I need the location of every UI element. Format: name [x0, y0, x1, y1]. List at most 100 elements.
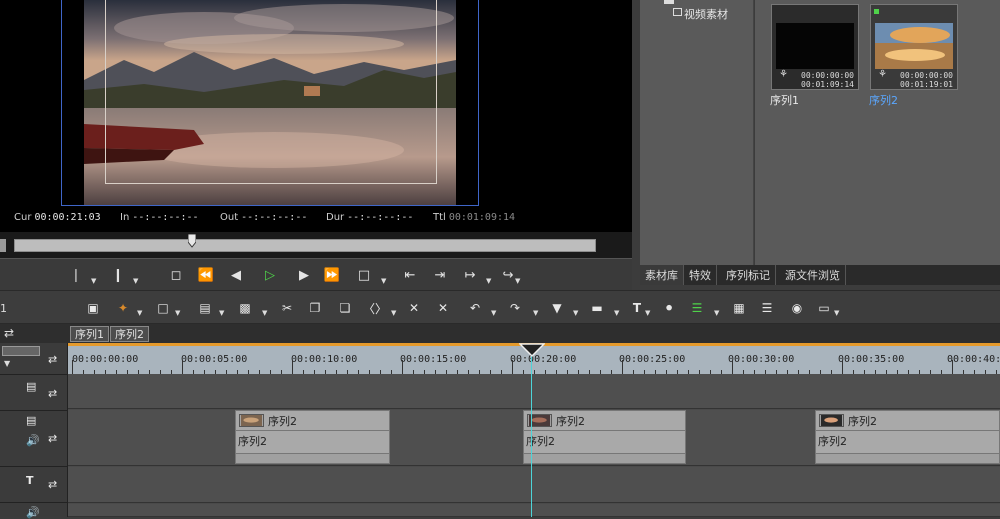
playhead-icon[interactable] [519, 343, 545, 357]
link-icon[interactable]: 〈〉 [363, 300, 387, 316]
overwrite-dropdown-icon[interactable]: ▼ [515, 277, 520, 285]
mark-in-dropdown-icon[interactable]: ▼ [91, 277, 96, 285]
insert-dropdown-icon[interactable]: ▼ [486, 277, 491, 285]
marker-dropdown-icon[interactable]: ▼ [573, 309, 578, 317]
sync-icon[interactable]: ⇄ [4, 326, 14, 340]
new-file-icon[interactable]: □ [154, 300, 172, 316]
title-track-icon[interactable]: T [26, 474, 34, 487]
play-icon[interactable]: ▷ [260, 265, 280, 285]
mark-out-dropdown-icon[interactable]: ▼ [133, 277, 138, 285]
track-area[interactable]: 序列2 序列2 序列2 序列2 序列2 序列2 [68, 374, 1000, 517]
video-track-icon[interactable]: ▤ [26, 414, 36, 427]
goto-out-icon[interactable]: ⇥ [430, 265, 450, 285]
save-dropdown-icon[interactable]: ▼ [262, 309, 267, 317]
delete-icon[interactable]: ✕ [405, 300, 423, 316]
open-folder-dropdown-icon[interactable]: ▼ [219, 309, 224, 317]
tab-effects[interactable]: 特效 [684, 265, 717, 285]
step-back-icon[interactable]: ◀ [226, 265, 246, 285]
clip-thumb-1[interactable]: ⚘ 00:00:00:00 00:01:09:14 [771, 4, 859, 90]
ruler-label: 00:00:15:00 [400, 354, 467, 365]
title-dropdown-icon[interactable]: ▼ [645, 309, 650, 317]
tab-sequence-markers[interactable]: 序列标记 [721, 265, 776, 285]
audio-mixer-icon[interactable]: ☰ [758, 300, 776, 316]
goto-in-icon[interactable]: ⇤ [400, 265, 420, 285]
paste-icon[interactable]: ❏ [336, 300, 354, 316]
ruler-label: 00:00:35:00 [838, 354, 905, 365]
track-sync-icon[interactable]: ⇄ [48, 387, 57, 400]
mixer-dropdown-icon[interactable]: ▼ [714, 309, 719, 317]
audio-track[interactable] [68, 504, 1000, 517]
clip-label-1[interactable]: 序列1 [770, 92, 799, 108]
microphone-icon[interactable]: ⚫ [660, 300, 678, 316]
scrub-head-icon[interactable] [188, 234, 196, 248]
window-icon[interactable]: ▭ [815, 300, 833, 316]
clip-thumb-2[interactable]: ⚘ 00:00:00:00 00:01:19:01 [870, 4, 958, 90]
video-track-icon[interactable]: ▤ [26, 380, 36, 393]
link-dropdown-icon[interactable]: ▼ [391, 309, 396, 317]
undo-dropdown-icon[interactable]: ▼ [491, 309, 496, 317]
wand-dropdown-icon[interactable]: ▼ [137, 309, 142, 317]
step-forward-icon[interactable]: ▶ [294, 265, 314, 285]
timeline-clip[interactable]: 序列2 序列2 [235, 410, 390, 464]
tab-source-browser[interactable]: 源文件浏览 [780, 265, 846, 285]
audio-track-icon[interactable]: 🔊 [26, 434, 40, 447]
mixer-icon[interactable]: ☰ [688, 300, 706, 316]
title-icon[interactable]: T [628, 300, 646, 316]
open-folder-icon[interactable]: ▤ [196, 300, 214, 316]
tab-library[interactable]: 素材库 [640, 265, 684, 285]
track-sync-icon[interactable]: ⇄ [48, 432, 57, 445]
film-icon[interactable]: ▬ [588, 300, 606, 316]
title-track[interactable] [68, 467, 1000, 503]
playhead-line[interactable] [531, 354, 532, 517]
mark-out-icon[interactable]: ❙ [108, 265, 128, 285]
clip-label-2[interactable]: 序列2 [869, 92, 898, 108]
zoom-dropdown-icon[interactable]: ▼ [4, 359, 10, 368]
tab-sequence-1[interactable]: 序列1 [70, 326, 109, 342]
mark-in-icon[interactable]: ❘ [66, 265, 86, 285]
ruler-label: 00:00:05:00 [181, 354, 248, 365]
sync-track-icon[interactable]: ⇄ [48, 353, 57, 366]
window-dropdown-icon[interactable]: ▼ [834, 309, 839, 317]
ruler-tick [732, 360, 733, 374]
undo-icon[interactable]: ↶ [466, 300, 484, 316]
timeline-toolbar: 1 ▣ ✦ ▼ □ ▼ ▤ ▼ ▩ ▼ ✂ ❐ ❏ 〈〉 ▼ ✕ ✕ ↶ ▼ ↷… [0, 290, 1000, 324]
ruler-tick [72, 360, 73, 374]
zoom-slider[interactable] [2, 346, 40, 356]
grid-icon[interactable]: ▦ [730, 300, 748, 316]
redo-dropdown-icon[interactable]: ▼ [533, 309, 538, 317]
ripple-delete-icon[interactable]: ✕ [434, 300, 452, 316]
insert-icon[interactable]: ↦ [460, 265, 480, 285]
ruler-label: 00:00:40:0 [947, 354, 1000, 365]
fast-forward-icon[interactable]: ⏩ [322, 265, 342, 285]
preview-scrub-bar[interactable] [14, 239, 596, 252]
tree-item-video[interactable]: 视频素材 [684, 6, 728, 22]
ruler-tick [402, 360, 403, 374]
in-timecode: In --:--:--:-- [120, 212, 199, 223]
out-timecode: Out --:--:--:-- [220, 212, 308, 223]
camera-icon[interactable]: ▣ [84, 300, 102, 316]
track-sync-icon[interactable]: ⇄ [48, 478, 57, 491]
marker-icon[interactable]: ▼ [548, 300, 566, 316]
cut-icon[interactable]: ✂ [278, 300, 296, 316]
transport-controls: ❘ ▼ ❙ ▼ ◻ ⏪ ◀ ▷ ▶ ⏩ □ ▼ ⇤ ⇥ ↦ ▼ ↪ ▼ [0, 258, 632, 290]
loop-icon[interactable]: □ [354, 265, 374, 285]
tab-sequence-2[interactable]: 序列2 [110, 326, 149, 342]
copy-icon[interactable]: ❐ [306, 300, 324, 316]
audio-track-icon[interactable]: 🔊 [26, 506, 40, 519]
save-icon[interactable]: ▩ [236, 300, 254, 316]
safe-area-box [105, 0, 437, 184]
loop-dropdown-icon[interactable]: ▼ [381, 277, 386, 285]
wand-icon[interactable]: ✦ [114, 300, 132, 316]
timeline-clip[interactable]: 序列2 序列2 [523, 410, 686, 464]
preview-window: Cur 00:00:21:03 In --:--:--:-- Out --:--:--… [0, 0, 632, 232]
sequence-icon: ⚘ [779, 69, 788, 80]
bin-tab-bar: 素材库 特效 序列标记 源文件浏览 [640, 265, 1000, 285]
record-icon[interactable]: ◉ [788, 300, 806, 316]
redo-icon[interactable]: ↷ [506, 300, 524, 316]
stop-icon[interactable]: ◻ [166, 265, 186, 285]
video-track-1[interactable] [68, 374, 1000, 409]
rewind-icon[interactable]: ⏪ [196, 265, 216, 285]
film-dropdown-icon[interactable]: ▼ [614, 309, 619, 317]
new-file-dropdown-icon[interactable]: ▼ [175, 309, 180, 317]
timeline-clip[interactable]: 序列2 序列2 [815, 410, 1000, 464]
